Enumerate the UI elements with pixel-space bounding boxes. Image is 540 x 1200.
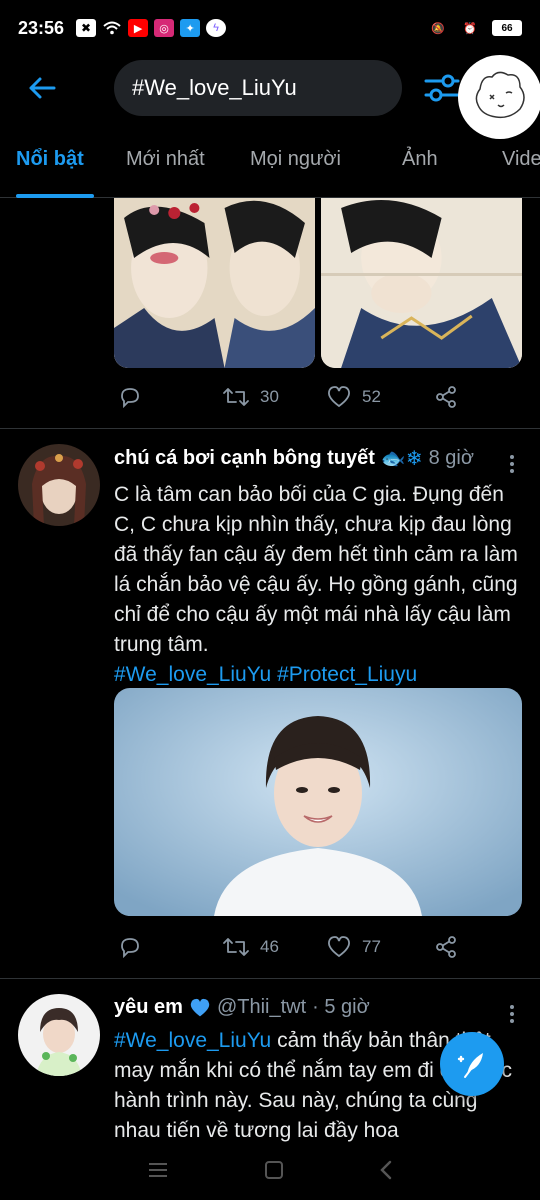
- tweet3-more-button[interactable]: [500, 1002, 524, 1026]
- tweet1-image-1[interactable]: [114, 198, 315, 368]
- tab-videos[interactable]: Vide: [502, 148, 540, 171]
- arrow-left-icon: [29, 77, 56, 99]
- tweet3-time: · 5 giờ: [312, 996, 370, 1018]
- reply-icon: [121, 388, 139, 409]
- search-query: #We_love_LiuYu: [132, 75, 297, 100]
- system-back-button[interactable]: [379, 1160, 393, 1185]
- share-icon: [436, 936, 456, 958]
- retweet-icon: [223, 388, 249, 406]
- messenger-icon: ϟ: [206, 19, 227, 37]
- retweet-icon: [223, 938, 249, 956]
- tweet2-actions: 46 77: [114, 932, 494, 962]
- tweet2-header: chú cá bơi cạnh bông tuyết 🐟❄ 8 giờ: [114, 446, 474, 471]
- tweet2-reply-button[interactable]: [118, 935, 142, 959]
- tweet2-hashtag-1[interactable]: #We_love_LiuYu: [114, 663, 271, 686]
- battery-icon: 66: [492, 20, 522, 36]
- notification-icon: ✖: [76, 19, 97, 37]
- tweet2-retweet-count: 46: [260, 937, 279, 956]
- status-bar: 23:56 ✖ ▶ ◎ ✦ ϟ 🔕 ⏰ 66: [0, 0, 540, 56]
- reply-icon: [121, 938, 139, 959]
- home-square-icon: [264, 1161, 283, 1179]
- tweet2-avatar[interactable]: [18, 444, 100, 526]
- tweet1-actions: 30 52: [114, 382, 494, 412]
- tweet2-body: C là tâm can bảo bối của C gia. Đụng đến…: [114, 483, 518, 656]
- search-input[interactable]: #We_love_LiuYu: [114, 60, 402, 116]
- tweet1-reply-button[interactable]: [118, 385, 142, 409]
- compose-tweet-button[interactable]: [440, 1032, 504, 1096]
- blue-heart-icon: [190, 998, 210, 1016]
- search-tabs: Nổi bật Mới nhất Mọi người Ảnh Vide: [0, 130, 540, 198]
- tweet3-author-name[interactable]: yêu em: [114, 996, 183, 1019]
- compose-feather-icon: [457, 1053, 483, 1078]
- status-time: 23:56: [18, 17, 65, 38]
- tweet3-avatar[interactable]: [18, 994, 100, 1076]
- tab-top[interactable]: Nổi bật: [16, 148, 84, 171]
- tab-people[interactable]: Mọi người: [250, 148, 341, 171]
- home-button[interactable]: [264, 1160, 284, 1185]
- tweet2-photo[interactable]: [114, 688, 522, 916]
- tweet2-text: C là tâm can bảo bối của C gia. Đụng đến…: [114, 480, 522, 690]
- chevron-left-icon: [379, 1160, 391, 1180]
- active-tab-indicator: [16, 194, 94, 198]
- instagram-icon: ◎: [154, 19, 175, 37]
- tab-photos[interactable]: Ảnh: [402, 148, 438, 171]
- recent-apps-button[interactable]: [147, 1161, 169, 1184]
- tweet2-like-count: 77: [362, 937, 381, 956]
- share-icon: [436, 386, 456, 408]
- tweet3-header: yêu em @Thii_twt · 5 giờ: [114, 996, 370, 1019]
- tweet1-like-count: 52: [362, 387, 381, 406]
- search-filter-button[interactable]: [422, 68, 462, 108]
- fish-snowflake-emoji: 🐟❄: [380, 448, 423, 470]
- system-navigation-bar: [0, 1145, 540, 1200]
- tweet2-more-button[interactable]: [500, 452, 524, 476]
- tweet3-hashtag[interactable]: #We_love_LiuYu: [114, 1029, 271, 1052]
- tweet1-share-button[interactable]: [434, 385, 458, 409]
- tweet1-image-2[interactable]: [321, 198, 522, 368]
- tab-latest[interactable]: Mới nhất: [126, 148, 205, 171]
- tweet2-hashtag-2[interactable]: #Protect_Liuyu: [277, 663, 417, 686]
- tweet1-retweet-count: 30: [260, 387, 279, 406]
- more-vertical-icon: [510, 455, 514, 473]
- heart-icon: [328, 936, 350, 958]
- tweet3-handle[interactable]: @Thii_twt: [217, 996, 306, 1019]
- tweet2-share-button[interactable]: [434, 935, 458, 959]
- twitter-icon: ✦: [180, 19, 201, 37]
- tweet1-retweet-button[interactable]: 30: [222, 385, 279, 409]
- menu-icon: [149, 1163, 168, 1177]
- alarm-icon: ⏰: [463, 22, 477, 35]
- overlay-sticker: [458, 55, 540, 139]
- tweet2-like-button[interactable]: 77: [326, 935, 381, 959]
- mute-icon: 🔕: [431, 22, 445, 35]
- youtube-icon: ▶: [128, 19, 149, 37]
- wifi-icon: [102, 19, 122, 37]
- heart-icon: [328, 386, 350, 408]
- tweet2-retweet-button[interactable]: 46: [222, 935, 279, 959]
- tweet-divider: [0, 978, 540, 979]
- tweet2-author-name[interactable]: chú cá bơi cạnh bông tuyết: [114, 447, 375, 470]
- tweet2-time: 8 giờ: [428, 447, 474, 469]
- sliders-icon: [424, 74, 460, 102]
- back-button[interactable]: [22, 68, 62, 108]
- tweet-divider: [0, 428, 540, 429]
- tweet1-media-grid: [114, 198, 522, 368]
- more-vertical-icon: [510, 1005, 514, 1023]
- tweet1-like-button[interactable]: 52: [326, 385, 381, 409]
